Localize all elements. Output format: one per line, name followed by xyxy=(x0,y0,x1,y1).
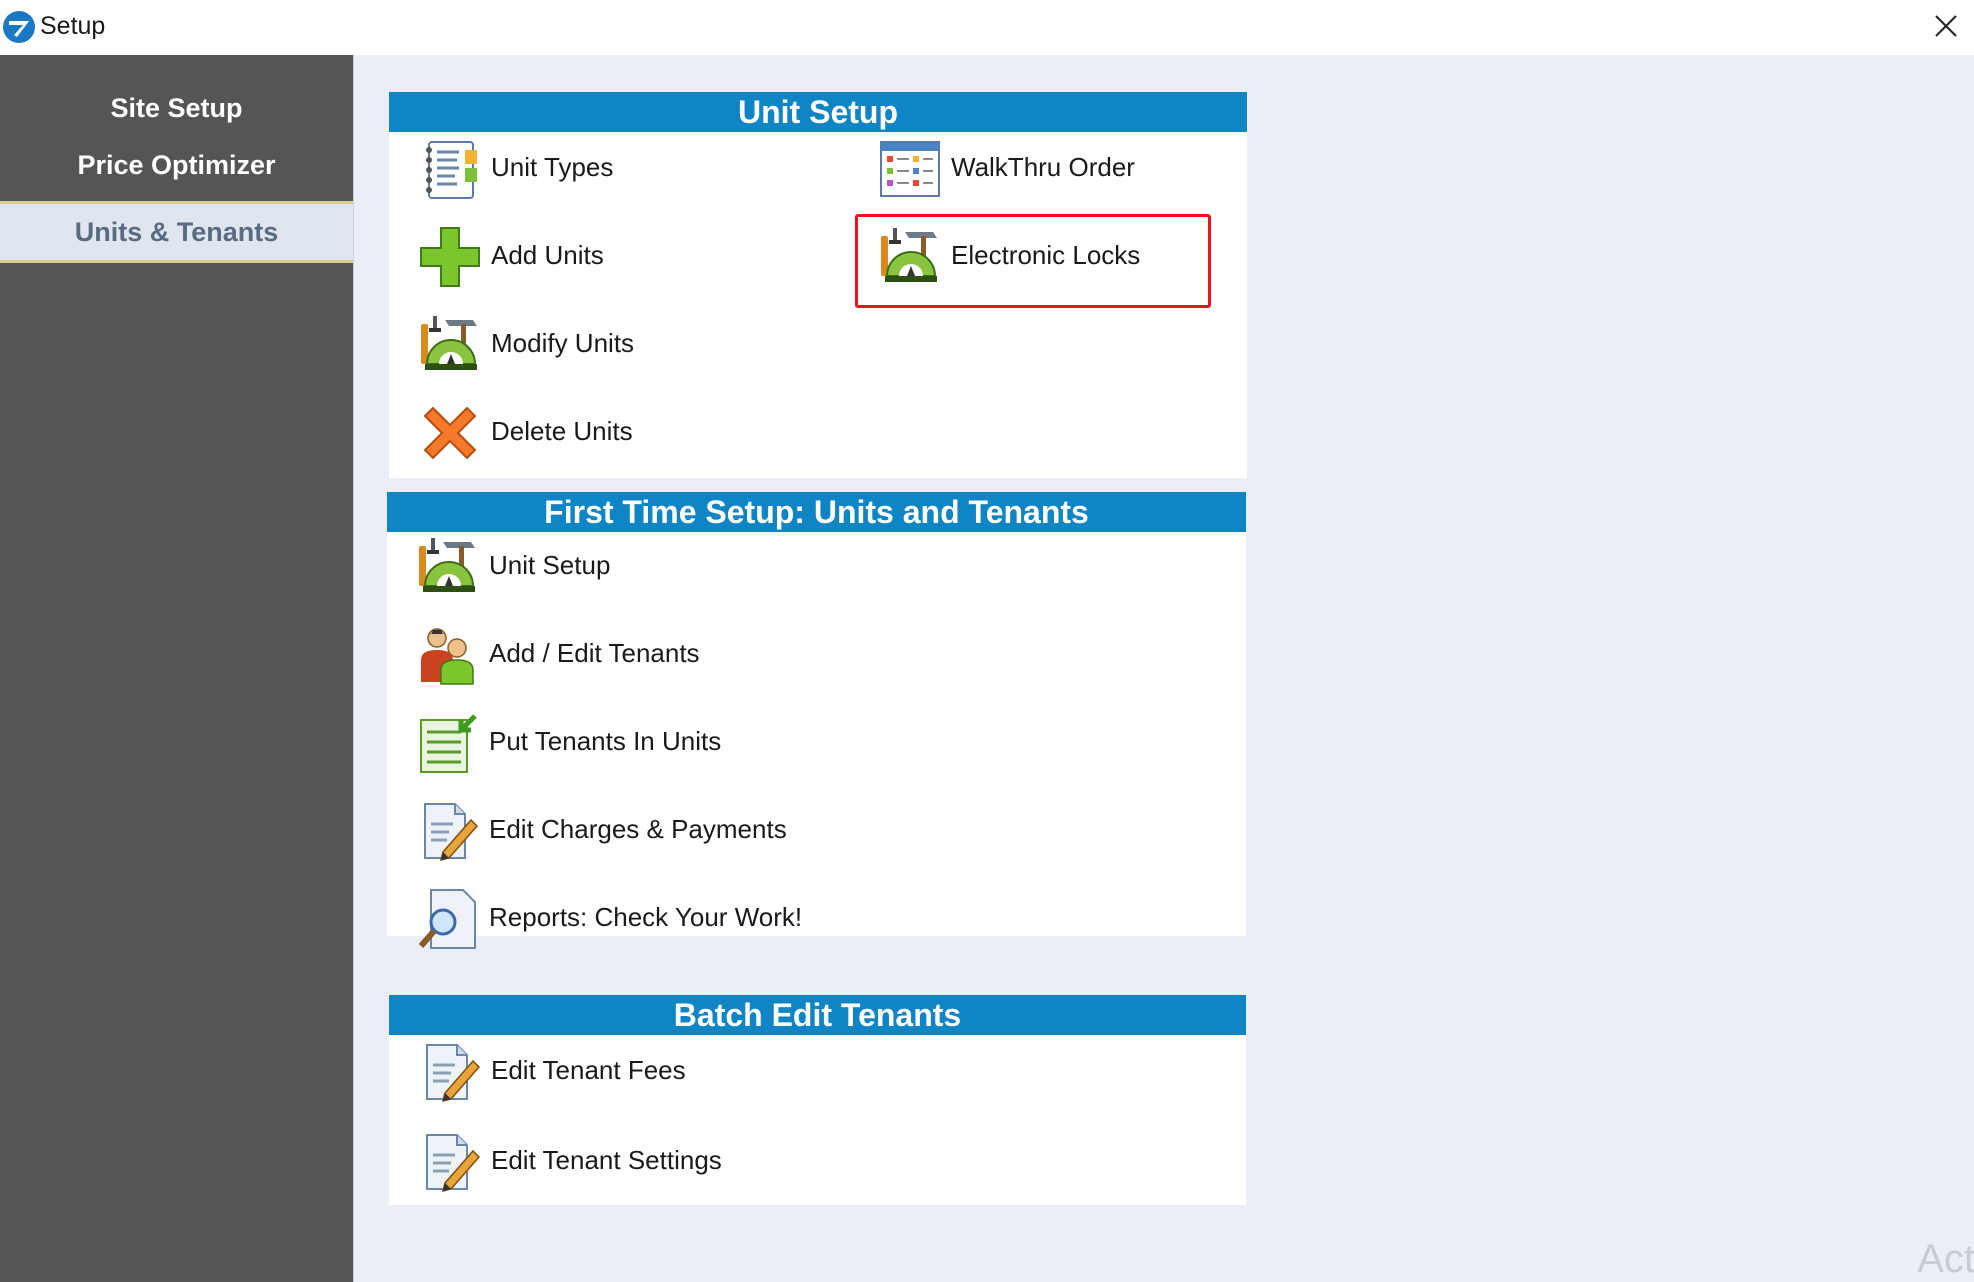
tools-protractor-icon xyxy=(419,314,481,376)
list-window-icon xyxy=(880,141,940,197)
sheet-arrow-icon xyxy=(420,714,477,773)
item-label: Put Tenants In Units xyxy=(489,726,722,756)
item-label: Modify Units xyxy=(491,328,635,358)
modify-units-button[interactable]: Modify Units xyxy=(419,314,819,384)
sidebar-item-label: Units & Tenants xyxy=(74,217,279,247)
put-tenants-in-units-button[interactable]: Put Tenants In Units xyxy=(417,712,917,782)
main-content: Unit Setup Unit Types WalkThru Order Add… xyxy=(353,55,1974,1282)
tools-protractor-icon xyxy=(879,226,941,288)
item-label: Delete Units xyxy=(491,416,633,446)
item-label: Edit Tenant Settings xyxy=(491,1145,722,1175)
delete-x-icon xyxy=(423,406,477,460)
title-bar: Setup xyxy=(0,0,1974,56)
unit-setup-button[interactable]: Unit Setup xyxy=(417,536,917,606)
app-logo-icon xyxy=(3,11,35,43)
people-icon xyxy=(421,628,474,685)
tools-protractor-icon xyxy=(417,536,479,598)
document-pencil-icon xyxy=(417,800,479,862)
delete-units-button[interactable]: Delete Units xyxy=(419,402,819,472)
notebook-icon xyxy=(426,141,477,199)
document-magnifier-icon xyxy=(418,889,476,949)
sidebar-item-units-tenants[interactable]: Units & Tenants xyxy=(0,201,353,263)
document-pencil-icon xyxy=(419,1041,481,1103)
sidebar-item-label: Site Setup xyxy=(110,93,243,123)
add-edit-tenants-button[interactable]: Add / Edit Tenants xyxy=(417,624,917,694)
item-label: Add Units xyxy=(491,240,604,270)
item-label: Reports: Check Your Work! xyxy=(489,902,803,932)
panel-header: Unit Setup xyxy=(389,92,1247,132)
sidebar: Site Setup Price Optimizer Units & Tenan… xyxy=(0,55,353,1282)
item-label: Unit Types xyxy=(491,152,614,182)
walkthru-order-button[interactable]: WalkThru Order xyxy=(879,138,1219,208)
edit-tenant-settings-button[interactable]: Edit Tenant Settings xyxy=(419,1131,919,1201)
add-units-button[interactable]: Add Units xyxy=(419,226,819,296)
sidebar-item-site-setup[interactable]: Site Setup xyxy=(0,80,353,136)
sidebar-item-price-optimizer[interactable]: Price Optimizer xyxy=(0,137,353,193)
activation-watermark: Act xyxy=(1917,1237,1974,1281)
unit-types-button[interactable]: Unit Types xyxy=(419,138,819,208)
edit-tenant-fees-button[interactable]: Edit Tenant Fees xyxy=(419,1041,919,1111)
electronic-locks-button[interactable]: Electronic Locks xyxy=(879,226,1219,296)
item-label: Add / Edit Tenants xyxy=(489,638,700,668)
sidebar-item-label: Price Optimizer xyxy=(77,150,276,180)
panel-header: Batch Edit Tenants xyxy=(389,995,1246,1035)
item-label: Electronic Locks xyxy=(951,240,1141,270)
panel-header: First Time Setup: Units and Tenants xyxy=(387,492,1246,532)
item-label: Unit Setup xyxy=(489,550,611,580)
close-icon[interactable] xyxy=(1924,4,1968,48)
item-label: WalkThru Order xyxy=(951,152,1135,182)
document-pencil-icon xyxy=(419,1131,481,1193)
batch-edit-panel: Batch Edit Tenants Edit Tenant Fees Edit… xyxy=(389,995,1246,1205)
unit-setup-panel: Unit Setup Unit Types WalkThru Order Add… xyxy=(389,92,1247,478)
window-title: Setup xyxy=(40,12,106,40)
first-time-setup-panel: First Time Setup: Units and Tenants Unit… xyxy=(387,492,1246,949)
item-label: Edit Charges & Payments xyxy=(489,814,787,844)
reports-check-work-button[interactable]: Reports: Check Your Work! xyxy=(417,888,917,958)
edit-charges-payments-button[interactable]: Edit Charges & Payments xyxy=(417,800,917,870)
item-label: Edit Tenant Fees xyxy=(491,1055,686,1085)
plus-icon xyxy=(420,227,480,287)
